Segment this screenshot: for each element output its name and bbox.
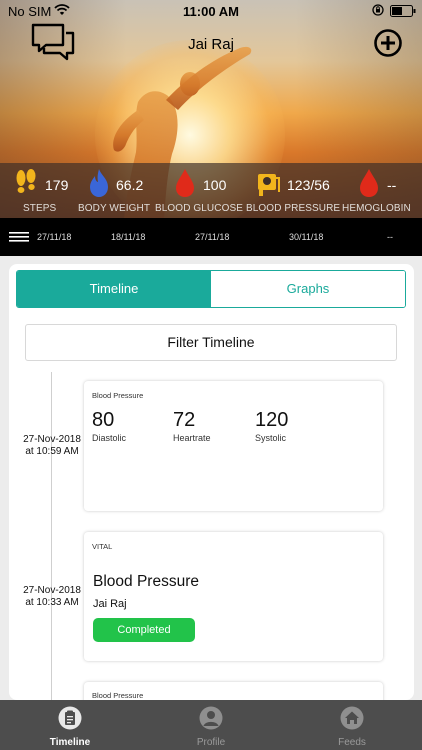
timeline-line (51, 372, 52, 700)
vital-value: 179 (45, 177, 69, 193)
vital-date: -- (387, 232, 393, 242)
vital-label: STEPS (23, 203, 57, 214)
reading-value: 120 (255, 409, 289, 431)
timeline-date: 27-Nov-2018 at 10:33 AM (9, 585, 95, 609)
timeline-date-day: 27-Nov-2018 (23, 434, 81, 445)
vital-label: BLOOD GLUCOSE (155, 203, 243, 214)
flame-icon (90, 169, 108, 197)
vital-blood-pressure[interactable]: 123/56 BLOOD PRESSURE (244, 163, 340, 218)
entry-label: Blood Pressure (92, 691, 144, 700)
timeline-date-time: at 10:59 AM (25, 446, 79, 457)
reading-name: Diastolic (92, 433, 127, 443)
filter-timeline-button[interactable]: Filter Timeline (25, 324, 397, 361)
home-icon (340, 706, 364, 730)
vital-value: 100 (203, 177, 227, 193)
reading-heartrate: 72 Heartrate (173, 409, 211, 443)
vital-hemoglobin[interactable]: -- HEMOGLOBIN (340, 163, 422, 218)
tab-timeline[interactable]: Timeline (17, 271, 211, 307)
reading-systolic: 120 Systolic (255, 409, 288, 443)
vitals-strip: 179 STEPS 66.2 BODY WEIGHT 100 BLOOD GLU… (0, 163, 422, 218)
person-icon (199, 706, 223, 730)
reading-value: 72 (173, 409, 196, 431)
page-title: Jai Raj (188, 36, 234, 53)
tab-graphs[interactable]: Graphs (211, 271, 405, 307)
tabbar-item-feeds[interactable]: Feeds (282, 700, 422, 750)
vital-date: 27/11/18 (195, 232, 230, 242)
vital-label: BODY WEIGHT (78, 203, 151, 214)
view-tabs: Timeline Graphs (16, 270, 406, 308)
status-bar: No SIM 11:00 AM (0, 0, 422, 22)
vital-label: BLOOD PRESSURE (246, 203, 341, 214)
timeline-date: 27-Nov-2018 at 10:59 AM (9, 434, 95, 458)
vital-value: 66.2 (116, 177, 144, 193)
entry-user: Jai Raj (93, 598, 127, 610)
tabbar-label: Timeline (49, 737, 91, 748)
bp-monitor-icon (258, 174, 280, 196)
timeline-date-time: at 10:33 AM (25, 597, 79, 608)
entry-label: VITAL (92, 542, 113, 551)
entry-label: Blood Pressure (92, 391, 144, 400)
reading-diastolic: 80 Diastolic (92, 409, 126, 443)
vital-value: -- (387, 177, 397, 193)
blood-drop-icon (176, 169, 194, 197)
vital-value: 123/56 (287, 177, 330, 193)
battery-icon (390, 5, 416, 17)
timeline-entry-blood-pressure[interactable]: Blood Pressure 80 Diastolic 72 Heartrate… (84, 381, 383, 511)
reading-name: Systolic (255, 433, 287, 443)
vitals-dates-strip: 27/11/18 18/11/18 27/11/18 30/11/18 -- (0, 218, 422, 256)
vital-blood-glucose[interactable]: 100 BLOOD GLUCOSE (155, 163, 244, 218)
tabbar-label: Feeds (338, 737, 366, 748)
tabbar-item-timeline[interactable]: Timeline (0, 700, 140, 750)
tabbar-label: Profile (196, 737, 226, 748)
clipboard-icon (58, 706, 82, 730)
orientation-lock-icon (372, 4, 384, 16)
tabbar-item-profile[interactable]: Profile (141, 700, 281, 750)
reading-value: 80 (92, 409, 115, 431)
vital-steps[interactable]: 179 STEPS (0, 163, 78, 218)
timeline-entry-vital[interactable]: VITAL Blood Pressure Jai Raj Completed (84, 532, 383, 661)
status-badge: Completed (93, 618, 195, 642)
bottom-tab-bar: Timeline Profile Feeds (0, 700, 422, 750)
timeline-date-day: 27-Nov-2018 (23, 585, 81, 596)
plus-circle-icon[interactable] (374, 29, 402, 57)
timeline-panel: Timeline Graphs Filter Timeline 27-Nov-2… (9, 264, 414, 700)
vital-date: 30/11/18 (289, 232, 324, 242)
vital-date: 27/11/18 (37, 232, 72, 242)
entry-title: Blood Pressure (93, 573, 199, 590)
vital-body-weight[interactable]: 66.2 BODY WEIGHT (78, 163, 158, 218)
timeline-entry-blood-pressure[interactable]: Blood Pressure (84, 682, 383, 700)
blood-drop-icon (360, 169, 378, 197)
footsteps-icon (16, 169, 36, 193)
reading-name: Heartrate (173, 433, 211, 443)
vital-date: 18/11/18 (111, 232, 146, 242)
status-time: 11:00 AM (183, 4, 239, 19)
menu-lines-icon[interactable] (9, 231, 29, 243)
vital-label: HEMOGLOBIN (342, 203, 411, 214)
